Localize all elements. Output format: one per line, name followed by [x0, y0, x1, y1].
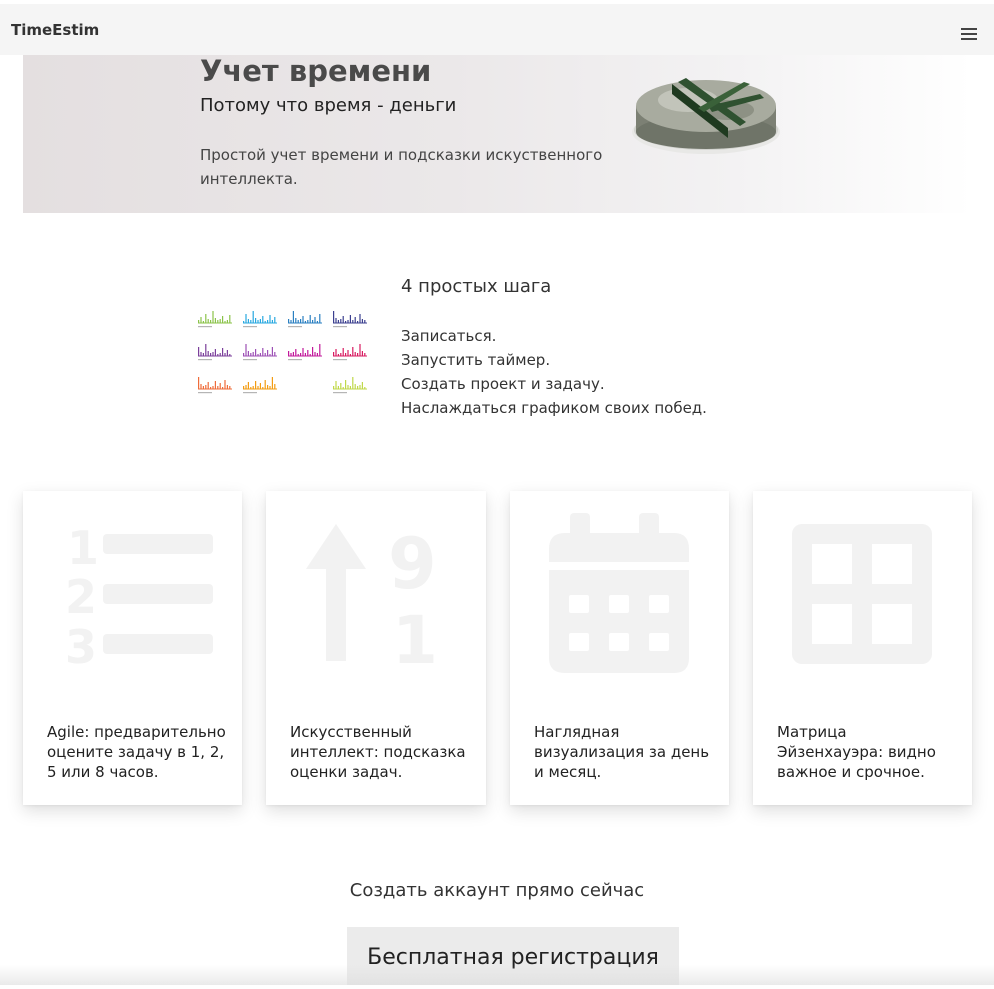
feature-card-agile: 1 2 3 Agile: предварительно оцените зада…	[23, 491, 242, 805]
hero-title: Учет времени	[200, 54, 432, 88]
feature-text: Наглядная визуализация за день и месяц.	[534, 723, 710, 781]
hero-subtitle: Потому что время - деньги	[200, 95, 457, 116]
step-item: Записаться.	[401, 327, 497, 345]
svg-text:2: 2	[65, 570, 97, 624]
navbar: TimeEstim	[0, 4, 994, 55]
feature-card-visualization: Наглядная визуализация за день и месяц.	[510, 491, 729, 805]
money-pie-chart-image	[632, 78, 780, 154]
step-item: Создать проект и задачу.	[401, 375, 605, 393]
step-item: Наслаждаться графиком своих побед.	[401, 399, 707, 417]
sort-numeric-up-icon: 9 1	[306, 523, 438, 679]
svg-text:9: 9	[388, 523, 437, 605]
feature-card-ai: 9 1 Искусственный интеллект: подсказка о…	[266, 491, 486, 805]
svg-text:1: 1	[67, 521, 99, 575]
feature-text: Искусственный интеллект: подсказка оценк…	[290, 723, 466, 781]
grid-matrix-icon	[792, 524, 932, 664]
brand-link[interactable]: TimeEstim	[11, 21, 99, 39]
cta-text: Создать аккаунт прямо сейчас	[349, 880, 645, 901]
hamburger-menu-icon[interactable]	[961, 28, 977, 40]
steps-title: 4 простых шага	[401, 276, 552, 297]
numbered-list-icon: 1 2 3	[65, 521, 213, 674]
small-multiples-charts-image	[198, 311, 367, 394]
feature-text: Agile: предварительно оцените задачу в 1…	[47, 723, 226, 781]
calendar-icon	[549, 513, 689, 673]
feature-card-eisenhower: Матрица Эйзенхауэра: видно важное и сроч…	[753, 491, 972, 805]
feature-text: Матрица Эйзенхауэра: видно важное и сроч…	[777, 723, 936, 781]
svg-text:1: 1	[392, 602, 438, 679]
free-signup-button[interactable]: Бесплатная регистрация	[347, 927, 679, 985]
svg-text:3: 3	[65, 620, 97, 674]
steps-list: Записаться. Запустить таймер. Создать пр…	[401, 324, 707, 420]
hero-description: Простой учет времени и подсказки искуств…	[200, 146, 603, 188]
step-item: Запустить таймер.	[401, 351, 551, 369]
